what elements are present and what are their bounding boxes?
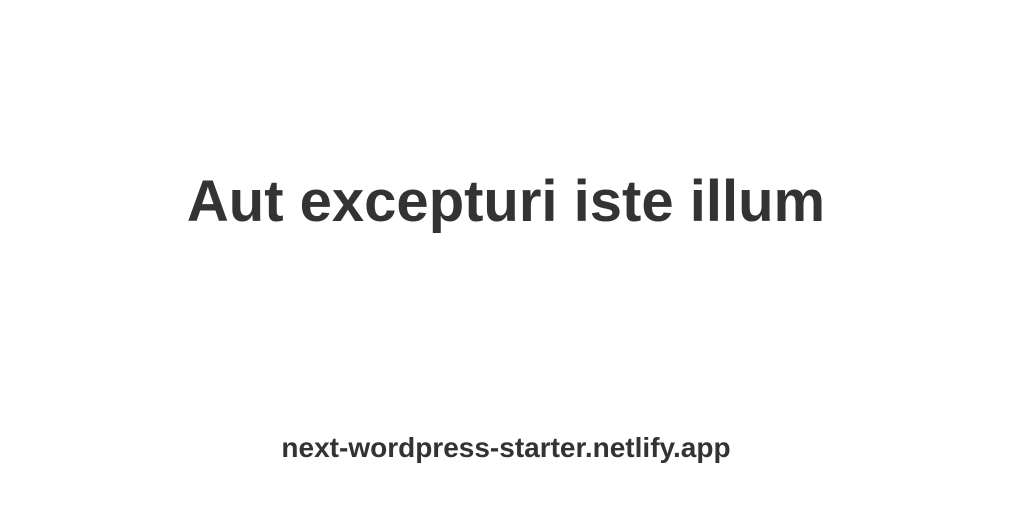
og-image-card: Aut excepturi iste illum next-wordpress-… xyxy=(0,0,1012,506)
post-title: Aut excepturi iste illum xyxy=(186,169,826,234)
site-url: next-wordpress-starter.netlify.app xyxy=(281,432,731,463)
